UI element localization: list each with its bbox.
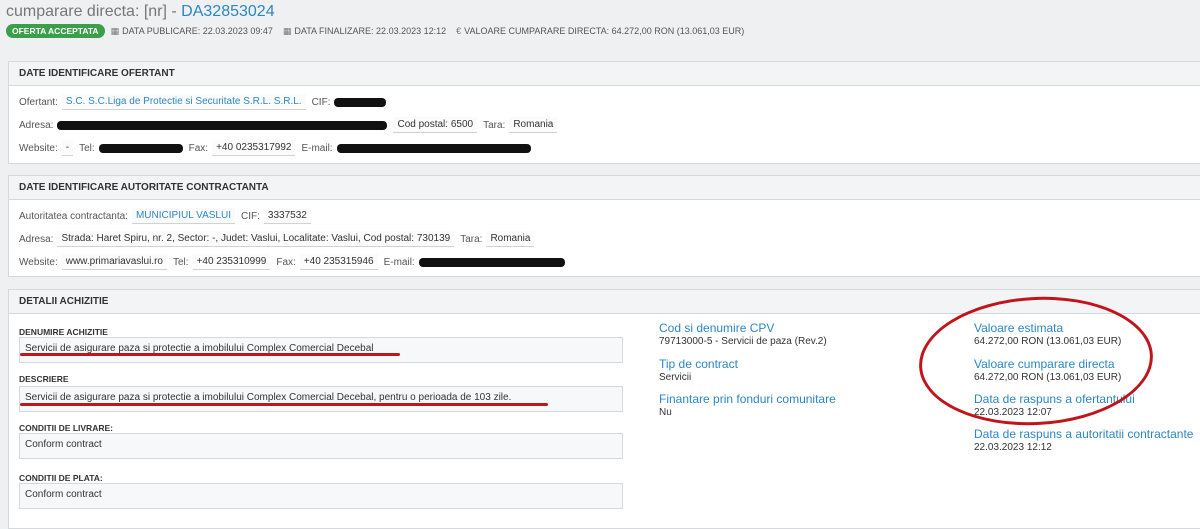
raspuns-autoritate-value: 22.03.2023 12:12 [974, 442, 1052, 453]
ofertant-fax: +40 0235317992 [212, 140, 296, 156]
row-ofertant-adresa: Adresa: Cod postal: 6500 Tara: Romania [19, 117, 563, 133]
ink-underline-descriere [20, 403, 548, 406]
page-title: cumparare directa: [nr] - DA32853024 [6, 3, 275, 21]
section-title-ofertant: DATE IDENTIFICARE OFERTANT [9, 62, 1200, 86]
page-title-prefix: cumparare directa: [nr] - [6, 3, 182, 20]
status-badge: OFERTA ACCEPTATA [6, 24, 105, 38]
calendar-icon: ▦ [282, 25, 292, 36]
cpv-info: Cod si denumire CPV 79713000-5 - Servici… [659, 321, 827, 348]
descriere-label: DESCRIERE [19, 374, 69, 384]
row-ofertant-contact: Website: - Tel: Fax: +40 0235317992 E-ma… [19, 140, 537, 156]
plata-label: CONDITII DE PLATA: [19, 473, 103, 483]
autoritate-cif: 3337532 [263, 208, 311, 224]
meta-publish-date: ▦ DATA PUBLICARE: 22.03.2023 09:47 [110, 25, 273, 37]
ofertant-tara: Romania [509, 117, 558, 133]
meta-row: OFERTA ACCEPTATA ▦ DATA PUBLICARE: 22.03.… [6, 24, 754, 38]
calendar-icon: ▦ [110, 25, 120, 36]
raspuns-autoritate-info: Data de raspuns a autoritatii contractan… [974, 427, 1193, 454]
row-autoritate-contact: Website: www.primariavaslui.ro Tel: +40 … [19, 254, 571, 270]
procurement-code: DA32853024 [181, 3, 275, 20]
autoritate-adresa: Strada: Haret Spiru, nr. 2, Sector: -, J… [57, 231, 455, 247]
fonduri-value: Nu [659, 407, 672, 418]
descriere-field: Servicii de asigurare paza si protectie … [19, 386, 623, 412]
ofertant-link[interactable]: S.C. S.C.Liga de Protectie si Securitate… [61, 94, 306, 110]
denumire-field: Servicii de asigurare paza si protectie … [19, 337, 623, 363]
autoritate-link[interactable]: MUNICIPIUL VASLUI [131, 208, 235, 224]
tip-value: Servicii [659, 372, 692, 383]
cpv-value: 79713000-5 - Servicii de paza (Rev.2) [659, 336, 827, 347]
tip-info: Tip de contract Servicii [659, 357, 738, 384]
redacted-phone [98, 143, 183, 153]
section-title-autoritate: DATE IDENTIFICARE AUTORITATE CONTRACTANT… [9, 176, 1200, 200]
livrare-label: CONDITII DE LIVRARE: [19, 423, 113, 433]
euro-icon: € [456, 26, 462, 36]
row-autoritate: Autoritatea contractanta: MUNICIPIUL VAS… [19, 208, 317, 224]
plata-field: Conform contract [19, 483, 623, 509]
row-ofertant: Ofertant: S.C. S.C.Liga de Protectie si … [19, 94, 392, 110]
redacted-email [418, 257, 565, 267]
raspuns-autoritate-label[interactable]: Data de raspuns a autoritatii contractan… [974, 427, 1193, 441]
panel-ofertant: DATE IDENTIFICARE OFERTANT Ofertant: S.C… [8, 61, 1200, 164]
livrare-field: Conform contract [19, 433, 623, 459]
panel-autoritate: DATE IDENTIFICARE AUTORITATE CONTRACTANT… [8, 175, 1200, 277]
row-autoritate-adresa: Adresa: Strada: Haret Spiru, nr. 2, Sect… [19, 231, 540, 247]
cod-postal: Cod postal: 6500 [393, 117, 478, 133]
meta-end-date: ▦ DATA FINALIZARE: 22.03.2023 12:12 [282, 25, 447, 37]
denumire-label: DENUMIRE ACHIZITIE [19, 327, 108, 337]
autoritate-tara: Romania [486, 231, 535, 247]
fonduri-info: Finantare prin fonduri comunitare Nu [659, 392, 836, 419]
fonduri-label[interactable]: Finantare prin fonduri comunitare [659, 392, 836, 406]
cpv-label[interactable]: Cod si denumire CPV [659, 321, 827, 335]
meta-value: € VALOARE CUMPARARE DIRECTA: 64.272,00 RO… [456, 26, 745, 36]
redacted-address [57, 120, 388, 130]
redacted-cif [334, 97, 387, 107]
autoritate-tel: +40 235310999 [192, 254, 271, 270]
redacted-email [336, 143, 531, 153]
tip-label[interactable]: Tip de contract [659, 357, 738, 371]
ofertant-website: - [61, 140, 74, 156]
autoritate-fax: +40 235315946 [299, 254, 378, 270]
autoritate-website: www.primariavaslui.ro [61, 254, 167, 270]
ink-underline-denumire [20, 353, 400, 356]
